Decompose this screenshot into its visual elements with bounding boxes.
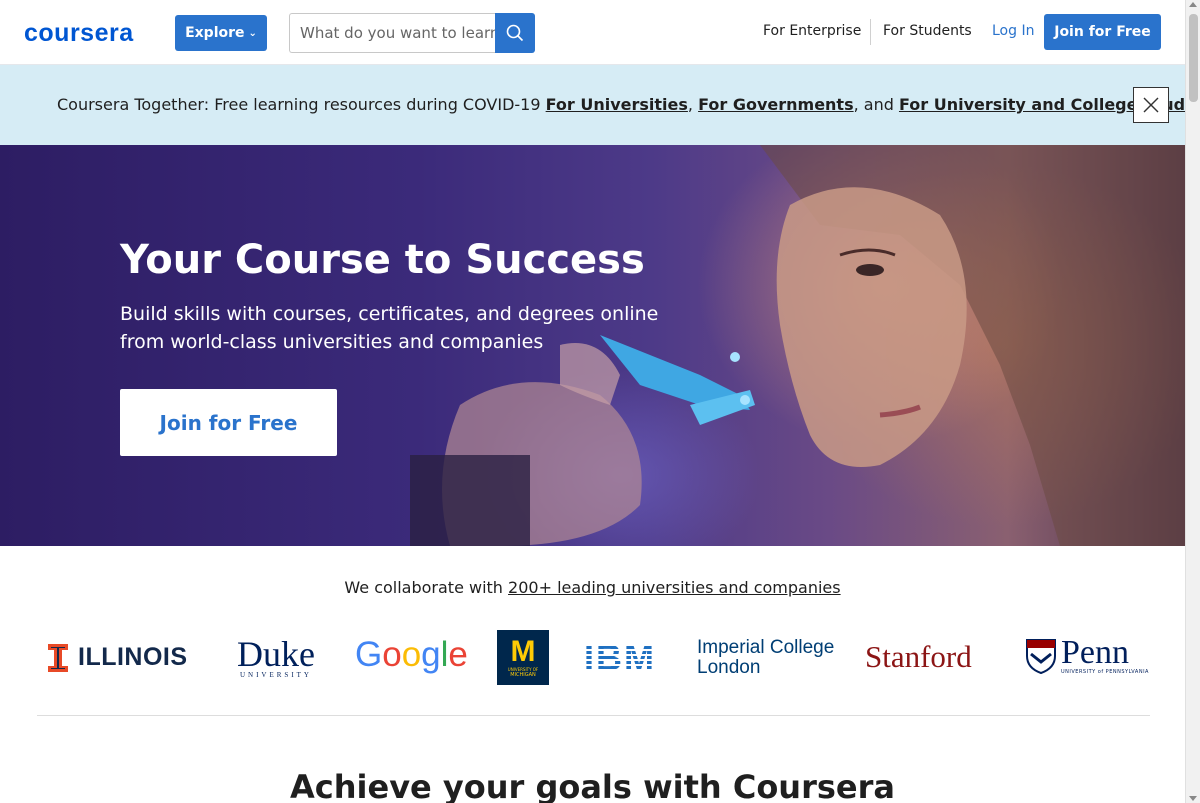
google-letter: G bbox=[355, 635, 383, 674]
duke-logo[interactable]: Duke UNIVERSITY bbox=[237, 634, 315, 679]
ibm-logo[interactable]: IBM bbox=[584, 637, 656, 678]
hero-join-button[interactable]: Join for Free bbox=[120, 389, 337, 456]
collaborate-intro: We collaborate with bbox=[344, 578, 509, 597]
coursera-homepage: coursera Explore ⌄ What do you want to l… bbox=[0, 0, 1200, 803]
hero-subtitle: Build skills with courses, certificates,… bbox=[120, 303, 659, 353]
google-letter: g bbox=[421, 635, 441, 674]
hero-title: Your Course to Success bbox=[120, 237, 645, 283]
imperial-logo[interactable]: Imperial College London bbox=[697, 638, 834, 678]
google-letter: o bbox=[401, 635, 422, 674]
goals-heading: Achieve your goals with Coursera bbox=[290, 768, 895, 803]
banner-text: Coursera Together: Free learning resourc… bbox=[57, 95, 1200, 114]
stanford-wordmark: Stanford bbox=[865, 639, 972, 674]
penn-text: Penn UNIVERSITY of PENNSYLVANIA bbox=[1061, 634, 1149, 676]
partner-logos: ILLINOIS Duke UNIVERSITY Google M UNIVER… bbox=[0, 625, 1185, 690]
google-letter: l bbox=[440, 635, 449, 674]
section-divider bbox=[37, 715, 1150, 716]
covid-banner: Coursera Together: Free learning resourc… bbox=[0, 65, 1200, 145]
banner-separator: , and bbox=[853, 95, 899, 114]
search-icon bbox=[506, 24, 524, 42]
banner-prefix: Coursera Together: Free learning resourc… bbox=[57, 95, 546, 114]
michigan-logo[interactable]: M UNIVERSITY OF MICHIGAN bbox=[497, 630, 549, 685]
imperial-line2: London bbox=[697, 657, 761, 678]
illinois-wordmark: ILLINOIS bbox=[78, 643, 188, 671]
join-for-free-button[interactable]: Join for Free bbox=[1044, 14, 1161, 50]
partners-link[interactable]: 200+ leading universities and companies bbox=[508, 578, 841, 597]
search-placeholder: What do you want to learn? bbox=[300, 24, 496, 42]
penn-wordmark: Penn bbox=[1061, 634, 1129, 671]
link-for-universities[interactable]: For Universities bbox=[546, 95, 688, 114]
google-letter: o bbox=[382, 635, 402, 674]
banner-close-button[interactable] bbox=[1133, 87, 1169, 123]
michigan-m: M bbox=[510, 635, 536, 668]
banner-separator: , bbox=[687, 95, 699, 114]
close-icon bbox=[1143, 97, 1159, 113]
link-for-governments[interactable]: For Governments bbox=[698, 95, 854, 114]
explore-label: Explore bbox=[185, 25, 245, 41]
chevron-down-icon: ⌄ bbox=[248, 27, 257, 39]
search-button[interactable] bbox=[495, 13, 535, 53]
login-link[interactable]: Log In bbox=[992, 23, 1034, 39]
scroll-down-arrow-icon[interactable] bbox=[1189, 796, 1197, 801]
top-header: coursera Explore ⌄ What do you want to l… bbox=[0, 0, 1185, 65]
duke-wordmark: Duke bbox=[237, 634, 315, 674]
illinois-i-icon bbox=[48, 643, 68, 672]
nav-for-students[interactable]: For Students bbox=[883, 23, 972, 39]
scroll-up-arrow-icon[interactable] bbox=[1189, 2, 1197, 7]
penn-shield-icon bbox=[1026, 639, 1056, 674]
nav-divider bbox=[870, 19, 871, 45]
imperial-line1: Imperial College bbox=[697, 637, 835, 658]
google-logo[interactable]: Google bbox=[355, 635, 468, 675]
stanford-logo[interactable]: Stanford bbox=[865, 639, 972, 675]
illinois-logo[interactable]: ILLINOIS bbox=[48, 643, 188, 672]
google-letter: e bbox=[448, 635, 468, 674]
collaborate-text: We collaborate with 200+ leading univers… bbox=[0, 578, 1185, 597]
nav-for-enterprise[interactable]: For Enterprise bbox=[763, 23, 861, 39]
hero-section: Your Course to Success Build skills with… bbox=[0, 145, 1185, 546]
coursera-logo[interactable]: coursera bbox=[24, 19, 134, 48]
scrollbar-thumb[interactable] bbox=[1189, 14, 1198, 102]
ibm-wordmark: IBM bbox=[584, 637, 656, 678]
search-input[interactable]: What do you want to learn? bbox=[289, 13, 496, 53]
penn-subtext: UNIVERSITY of PENNSYLVANIA bbox=[1061, 669, 1149, 675]
michigan-subtext: MICHIGAN bbox=[510, 672, 536, 678]
page-scrollbar[interactable] bbox=[1185, 0, 1200, 803]
explore-button[interactable]: Explore ⌄ bbox=[175, 15, 267, 51]
duke-subtext: UNIVERSITY bbox=[239, 671, 312, 679]
penn-logo[interactable]: Penn UNIVERSITY of PENNSYLVANIA bbox=[1025, 634, 1149, 676]
